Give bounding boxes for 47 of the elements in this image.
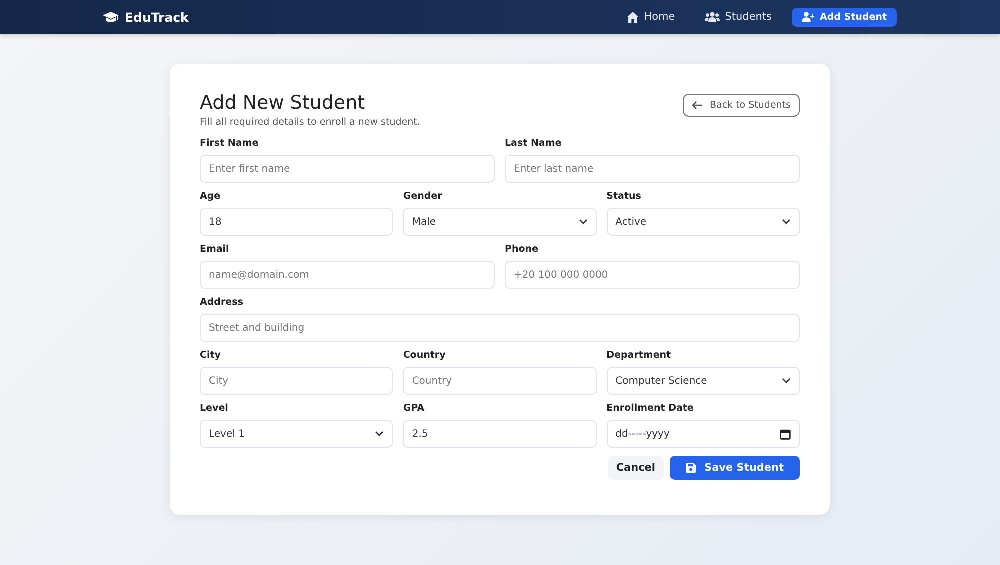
cancel-button[interactable]: Cancel	[608, 456, 664, 480]
input-field[interactable]: Country	[403, 367, 597, 395]
chevron-down-icon	[782, 219, 791, 225]
field-label: City	[200, 350, 222, 361]
select-field[interactable]: Active	[606, 208, 800, 236]
field-label: Phone	[505, 244, 540, 255]
input-field[interactable]: Street and building	[200, 314, 800, 342]
page-subtitle: Fill all required details to enroll a new student.	[200, 117, 420, 128]
select-field[interactable]: Level 1	[200, 420, 394, 448]
back-button[interactable]: Back to Students	[683, 94, 800, 117]
brand-name: EduTrack	[125, 10, 189, 24]
users-icon	[705, 12, 720, 22]
input-field[interactable]: Enter last name	[505, 155, 800, 183]
select-field[interactable]: Computer Science	[606, 367, 800, 395]
chevron-down-icon	[375, 431, 384, 437]
calendar-icon	[780, 428, 791, 440]
input-field[interactable]: City	[200, 367, 394, 395]
field-label: Department	[606, 350, 672, 361]
input-field[interactable]: Enter first name	[200, 155, 495, 183]
field-label: Country	[403, 350, 447, 361]
date-field[interactable]: dd-----yyyy	[606, 420, 800, 448]
field-label: Enrollment Date	[606, 403, 695, 414]
nav-link[interactable]: Home	[617, 7, 686, 27]
input-field[interactable]: name@domain.com	[200, 261, 495, 289]
graduation-cap-icon	[103, 10, 119, 24]
field-label: Level	[200, 403, 230, 414]
field-label: Status	[606, 191, 642, 202]
field-label: Gender	[403, 191, 444, 202]
field-label: GPA	[403, 403, 426, 414]
field-label: Age	[200, 191, 222, 202]
page-title: Add New Student	[200, 92, 366, 114]
save-button[interactable]: Save Student	[670, 456, 800, 480]
user-plus-icon	[802, 12, 816, 22]
nav-link[interactable]: Students	[695, 7, 782, 27]
field-label: Last Name	[505, 138, 563, 149]
home-icon	[627, 12, 640, 22]
nav-link[interactable]: Add Student	[792, 8, 897, 26]
arrow-left-icon	[692, 101, 703, 110]
chevron-down-icon	[782, 378, 791, 384]
chevron-down-icon	[578, 219, 588, 225]
field-label: Email	[200, 244, 230, 255]
field-label: First Name	[200, 138, 260, 149]
input-field[interactable]: +20 100 000 0000	[505, 261, 800, 289]
select-field[interactable]: Male	[403, 208, 597, 236]
input-field[interactable]: 18	[200, 208, 394, 236]
input-field[interactable]: 2.5	[403, 420, 597, 448]
field-label: Address	[200, 297, 244, 308]
